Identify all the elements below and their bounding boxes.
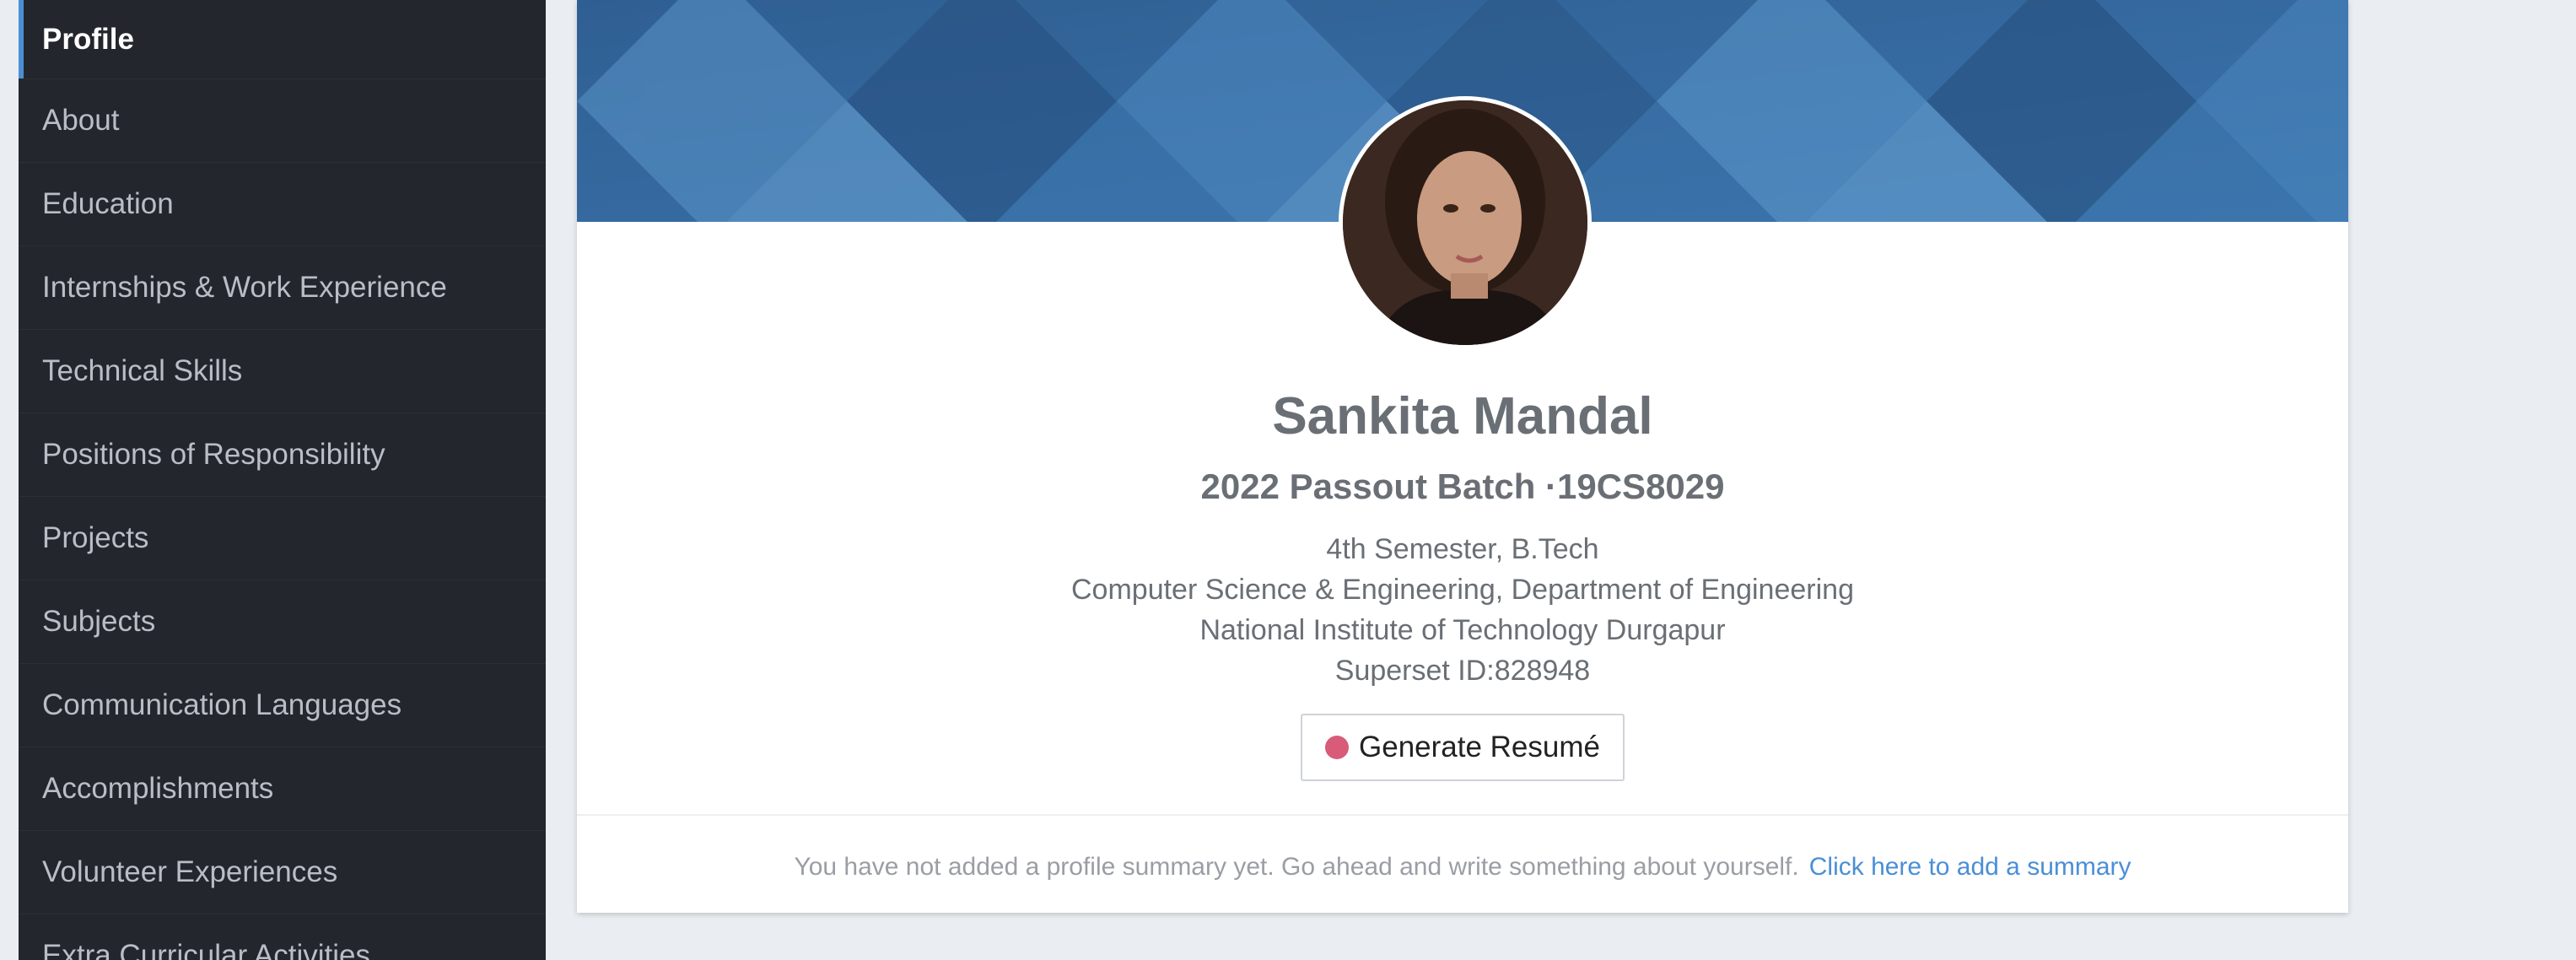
- sidebar-item-languages[interactable]: Communication Languages: [19, 664, 546, 747]
- sidebar-item-label: Projects: [42, 521, 149, 554]
- add-summary-link[interactable]: Click here to add a summary: [1809, 853, 2131, 881]
- resume-dot-icon: [1325, 736, 1349, 759]
- sidebar-item-label: Communication Languages: [42, 688, 402, 721]
- profile-name: Sankita Mandal: [1272, 387, 1653, 445]
- profile-card: Sankita Mandal 2022 Passout Batch ·19CS8…: [577, 0, 2348, 913]
- sidebar-item-about[interactable]: About: [19, 79, 546, 163]
- sidebar-item-label: Accomplishments: [42, 772, 274, 805]
- semester-info: 4th Semester, B.Tech: [1326, 533, 1599, 565]
- department-info: Computer Science & Engineering, Departme…: [1071, 574, 1854, 606]
- sidebar-item-label: Profile: [42, 22, 134, 56]
- avatar: [1339, 96, 1592, 349]
- sidebar-item-technical-skills[interactable]: Technical Skills: [19, 330, 546, 413]
- sidebar-item-subjects[interactable]: Subjects: [19, 580, 546, 664]
- sidebar-item-label: Education: [42, 187, 174, 220]
- sidebar-item-label: Positions of Responsibility: [42, 438, 385, 471]
- sidebar-item-volunteer[interactable]: Volunteer Experiences: [19, 831, 546, 914]
- sidebar-item-extra-curricular[interactable]: Extra Curricular Activities: [19, 914, 546, 960]
- superset-id: Superset ID:828948: [1334, 655, 1591, 687]
- sidebar-item-label: Subjects: [42, 605, 156, 638]
- sidebar-item-internships[interactable]: Internships & Work Experience: [19, 246, 546, 330]
- summary-message: You have not added a profile summary yet…: [794, 853, 1799, 881]
- sidebar-item-positions[interactable]: Positions of Responsibility: [19, 413, 546, 497]
- sidebar-item-accomplishments[interactable]: Accomplishments: [19, 747, 546, 831]
- sidebar-item-education[interactable]: Education: [19, 163, 546, 246]
- institute-info: National Institute of Technology Durgapu…: [1199, 614, 1726, 646]
- sidebar-item-label: Technical Skills: [42, 354, 243, 387]
- sidebar-item-label: Extra Curricular Activities: [42, 939, 370, 960]
- generate-resume-label: Generate Resumé: [1359, 731, 1600, 763]
- summary-section: You have not added a profile summary yet…: [577, 853, 2348, 882]
- batch-info: 2022 Passout Batch ·19CS8029: [1200, 467, 1725, 506]
- avatar-photo: [1343, 100, 1587, 345]
- sidebar-item-label: Volunteer Experiences: [42, 855, 338, 888]
- sidebar-item-label: Internships & Work Experience: [42, 271, 447, 304]
- sidebar-item-profile[interactable]: Profile: [19, 0, 546, 79]
- sidebar-item-label: About: [42, 104, 120, 137]
- sidebar: Profile About Education Internships & Wo…: [19, 0, 546, 960]
- sidebar-item-projects[interactable]: Projects: [19, 497, 546, 580]
- generate-resume-button[interactable]: Generate Resumé: [1301, 714, 1625, 781]
- divider: [577, 814, 2348, 816]
